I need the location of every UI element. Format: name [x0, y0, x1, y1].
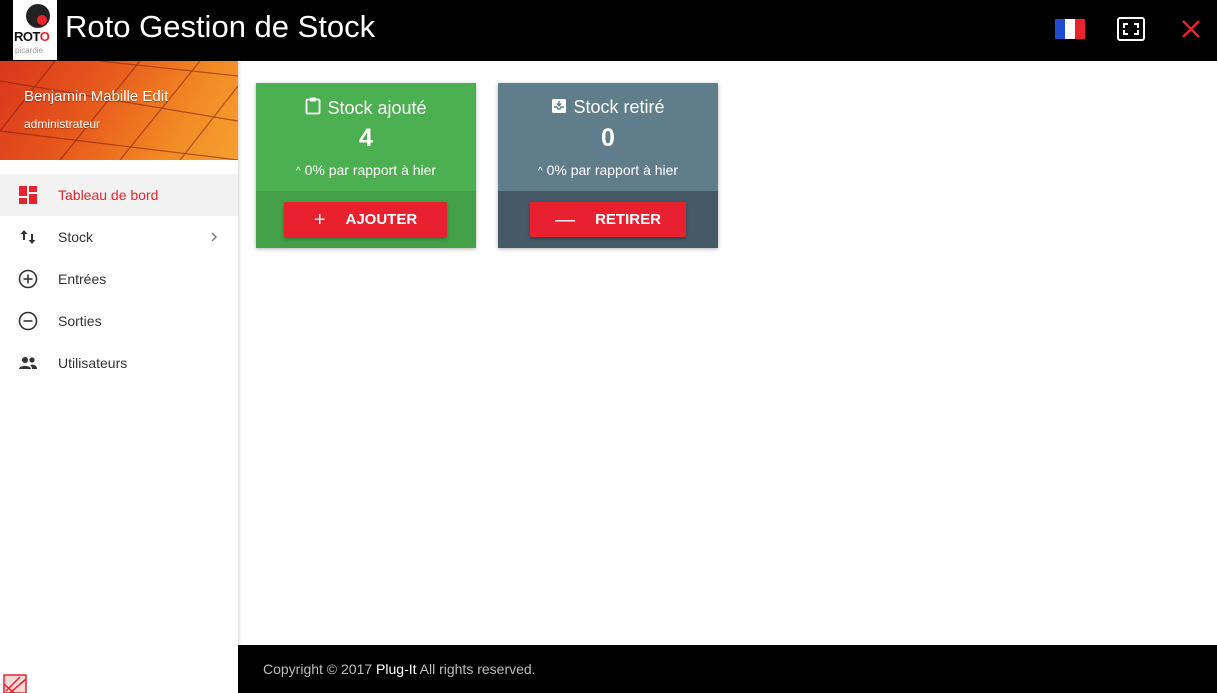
remove-circle-icon [18, 311, 38, 331]
card-title: Stock ajouté [256, 97, 476, 119]
button-label: AJOUTER [345, 211, 418, 228]
user-name: Benjamin Mabille Edit [24, 88, 169, 105]
user-profile-banner: Benjamin Mabille Edit administrateur [0, 61, 238, 160]
card-top: Stock ajouté 4 ^ 0% par rapport à hier [256, 83, 476, 191]
sidebar-item-utilisateurs[interactable]: Utilisateurs [0, 342, 238, 384]
card-actions: + AJOUTER [256, 191, 476, 248]
chevron-right-icon [211, 232, 217, 242]
logo-text: ROTO [14, 29, 50, 44]
add-stock-button[interactable]: + AJOUTER [284, 202, 447, 237]
flag-stripe-white [1065, 19, 1075, 39]
french-flag-icon[interactable] [1055, 19, 1085, 39]
app-corner-logo-icon[interactable] [0, 666, 31, 693]
stock-added-value: 4 [359, 124, 373, 152]
swap-vert-icon [20, 230, 36, 244]
sidebar-item-label: Sorties [58, 313, 102, 329]
footer: Copyright © 2017 Plug-It All rights rese… [238, 645, 1217, 693]
minus-icon: — [555, 208, 576, 231]
sidebar-item-label: Utilisateurs [58, 355, 128, 371]
plus-icon: + [313, 208, 326, 231]
sidebar-item-entrees[interactable]: Entrées [0, 258, 238, 300]
brand-link[interactable]: Plug-It [376, 661, 416, 677]
comparison-text: ^ 0% par rapport à hier [295, 162, 437, 178]
comparison-text: ^ 0% par rapport à hier [537, 162, 679, 178]
button-label: RETIRER [595, 211, 661, 228]
roto-logo: ROTO picardie [13, 0, 57, 60]
record-disc-icon [26, 4, 50, 28]
card-actions: — RETIRER [498, 191, 718, 248]
people-icon [19, 357, 37, 369]
roof-tiles-background [0, 61, 238, 160]
caret-up-icon: ^ [537, 166, 543, 177]
stock-removed-value: 0 [601, 124, 615, 152]
card-title-text: Stock ajouté [327, 98, 427, 118]
sidebar-item-label: Tableau de bord [58, 187, 159, 203]
dashboard-icon [19, 186, 37, 204]
card-top: Stock retiré 0 ^ 0% par rapport à hier [498, 83, 718, 191]
logo-subtext: picardie [15, 46, 44, 55]
app-window: ROTO picardie Roto Gestion de Stock Benj… [0, 0, 1217, 693]
sidebar-item-tableau-de-bord[interactable]: Tableau de bord [0, 174, 238, 216]
sidebar-menu: Tableau de bord Stock Entrées Sorties Ut… [0, 174, 238, 384]
move-to-inbox-icon [552, 99, 567, 113]
copyright-text: Copyright © 2017 Plug-It All rights rese… [263, 661, 536, 677]
app-header: ROTO picardie Roto Gestion de Stock [0, 0, 1217, 61]
close-icon[interactable] [1178, 16, 1204, 42]
add-circle-icon [18, 269, 38, 289]
sidebar-item-stock[interactable]: Stock [0, 216, 238, 258]
flag-stripe-blue [1055, 19, 1065, 39]
app-title: Roto Gestion de Stock [65, 9, 376, 44]
fullscreen-icon[interactable] [1117, 17, 1145, 41]
sidebar-item-label: Entrées [58, 271, 107, 287]
user-role: administrateur [24, 117, 101, 131]
sidebar: Benjamin Mabille Edit administrateur Tab… [0, 61, 238, 693]
card-title-text: Stock retiré [573, 97, 665, 117]
sidebar-item-sorties[interactable]: Sorties [0, 300, 238, 342]
sidebar-item-label: Stock [58, 229, 94, 245]
flag-stripe-red [1075, 19, 1085, 39]
remove-stock-button[interactable]: — RETIRER [530, 202, 686, 237]
card-title: Stock retiré [498, 97, 718, 118]
stock-added-card: Stock ajouté 4 ^ 0% par rapport à hier + … [256, 83, 476, 248]
caret-up-icon: ^ [295, 166, 301, 177]
clipboard-icon [306, 97, 321, 115]
stock-removed-card: Stock retiré 0 ^ 0% par rapport à hier — … [498, 83, 718, 248]
